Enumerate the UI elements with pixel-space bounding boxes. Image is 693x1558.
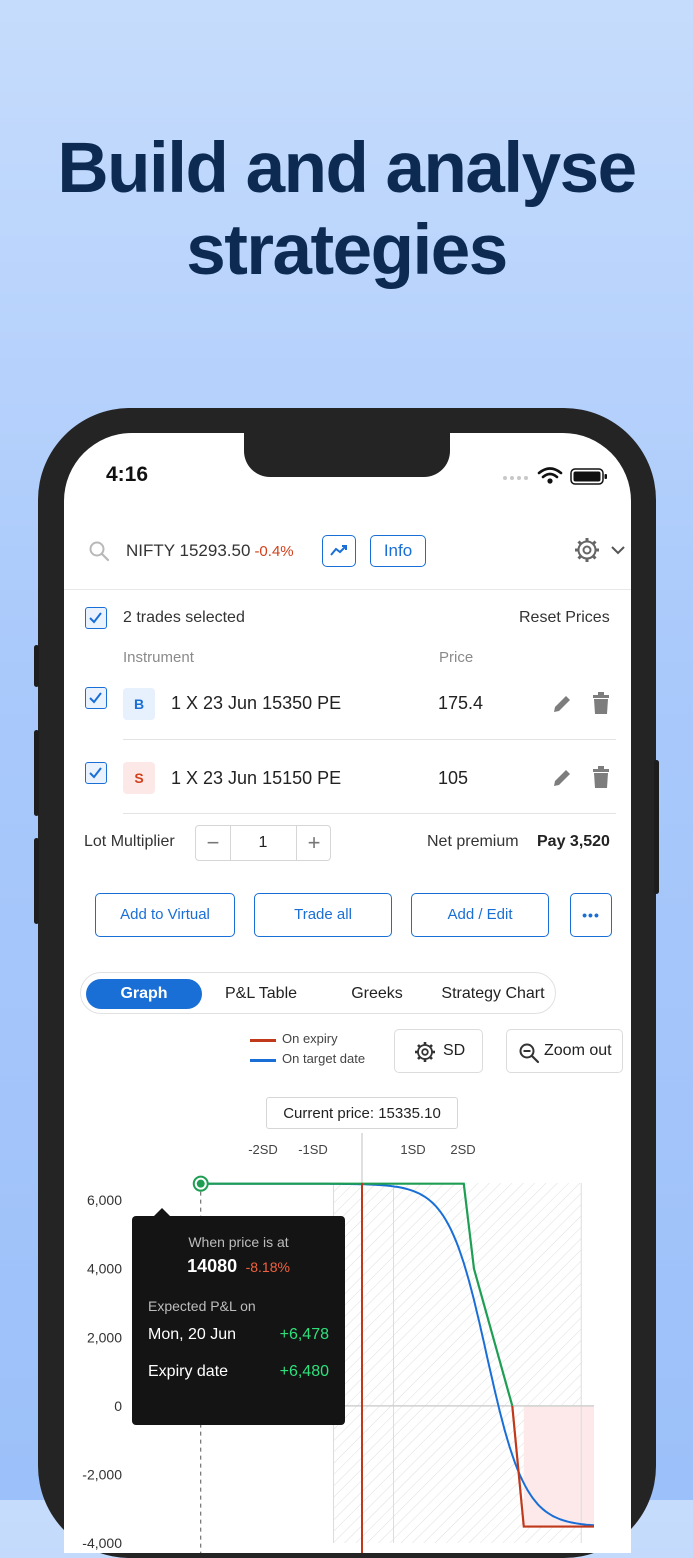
headline: Build and analyse strategies [0, 128, 693, 292]
current-price-label: Current price: 15335.10 [266, 1097, 458, 1129]
trade-all-button[interactable]: Trade all [254, 893, 392, 937]
trend-chart-button[interactable] [322, 535, 356, 567]
trade-row-checkbox[interactable] [85, 687, 107, 709]
target-legend-swatch [250, 1059, 276, 1062]
sd-mark-label: -2SD [248, 1142, 278, 1157]
add-to-virtual-button[interactable]: Add to Virtual [95, 893, 235, 937]
edit-icon[interactable] [550, 692, 574, 721]
pl-tooltip: When price is at 14080 -8.18% Expected P… [132, 1208, 345, 1425]
zoom-out-icon [519, 1043, 540, 1064]
y-tick-label: 4,000 [87, 1261, 122, 1277]
row-divider [123, 739, 616, 740]
y-tick-label: 2,000 [87, 1329, 122, 1345]
status-time: 4:16 [106, 463, 149, 486]
zoom-out-label: Zoom out [544, 1042, 612, 1059]
sell-badge: S [123, 762, 155, 794]
instrument-col-header: Instrument [123, 649, 194, 666]
symbol-price: NIFTY 15293.50 [126, 541, 251, 560]
sd-mark-label: 2SD [450, 1142, 475, 1157]
y-tick-label: -4,000 [82, 1535, 122, 1551]
symbol-quote: NIFTY 15293.50 -0.4% [126, 541, 294, 561]
chevron-down-icon [611, 546, 625, 555]
status-icons [501, 465, 613, 492]
delete-icon[interactable] [591, 766, 611, 795]
target-legend-label: On target date [282, 1051, 366, 1066]
tooltip-expected-label: Expected P&L on [148, 1298, 256, 1314]
trade-instrument: 1 X 23 Jun 15350 PE [171, 693, 342, 713]
lot-stepper: − 1 + [195, 825, 331, 861]
lot-value-input[interactable]: 1 [231, 826, 295, 860]
select-all-checkbox[interactable] [85, 607, 107, 629]
trade-price: 175.4 [438, 693, 484, 713]
trend-chart-icon [330, 545, 347, 556]
trades-selected-label: 2 trades selected [123, 609, 245, 626]
check-icon [89, 692, 102, 704]
volume-down-button [34, 838, 39, 924]
tooltip-pct: -8.18% [245, 1259, 290, 1275]
net-premium-value: Pay 3,520 [537, 833, 610, 850]
tooltip-date-label: Mon, 20 Jun [148, 1326, 237, 1343]
zoom-out-button[interactable]: Zoom out [506, 1029, 623, 1073]
power-button [654, 760, 659, 894]
gear-icon [415, 1042, 435, 1062]
signal-icon [503, 476, 528, 480]
tab-greeks[interactable]: Greeks [327, 979, 427, 1009]
row-divider [123, 813, 616, 814]
buy-badge: B [123, 688, 155, 720]
sd-button[interactable]: SD [394, 1029, 483, 1073]
tooltip-pointer [154, 1208, 170, 1216]
tooltip-price-line: 14080 -8.18% [132, 1256, 345, 1277]
trade-price: 105 [438, 768, 469, 788]
increment-button[interactable]: + [296, 826, 331, 860]
loss-area [523, 1405, 594, 1527]
expiry-legend-label: On expiry [282, 1031, 338, 1046]
sd-mark-label: -1SD [298, 1142, 328, 1157]
y-tick-label: -2,000 [82, 1466, 122, 1482]
tooltip-expiry-label: Expiry date [148, 1363, 229, 1380]
sd-mark-label: 1SD [400, 1142, 425, 1157]
gear-icon [575, 538, 599, 562]
volume-up-button [34, 730, 39, 816]
mute-switch [34, 645, 39, 687]
tooltip-expiry-value: +6,480 [279, 1363, 329, 1380]
trade-row-checkbox[interactable] [85, 762, 107, 784]
sd-label: SD [443, 1042, 466, 1059]
headline-line2: strategies [186, 211, 508, 290]
y-tick-label: 6,000 [87, 1192, 122, 1208]
wifi-icon [537, 467, 563, 479]
more-options-button[interactable]: ••• [570, 893, 612, 937]
net-premium-label: Net premium [427, 833, 519, 850]
decrement-button[interactable]: − [196, 826, 231, 860]
app-screen: 4:16 NIFTY 15293.50 -0.4% Info 2 trades … [64, 433, 631, 1553]
price-col-header: Price [439, 649, 474, 666]
notch [244, 433, 450, 477]
tab-graph[interactable]: Graph [86, 979, 202, 1009]
trade-instrument: 1 X 23 Jun 15150 PE [171, 768, 342, 788]
lot-multiplier-label: Lot Multiplier [84, 833, 175, 850]
expiry-legend-swatch [250, 1039, 276, 1042]
symbol-change: -0.4% [254, 543, 294, 560]
tooltip-title: When price is at [188, 1234, 289, 1250]
settings-button[interactable] [573, 536, 627, 569]
view-tabs: Graph P&L Table Greeks Strategy Chart [80, 972, 556, 1014]
check-icon [89, 767, 102, 779]
info-button[interactable]: Info [370, 535, 426, 567]
tab-pl-table[interactable]: P&L Table [209, 979, 313, 1009]
headline-line1: Build and analyse [57, 129, 637, 208]
add-edit-button[interactable]: Add / Edit [411, 893, 549, 937]
battery-icon [570, 468, 607, 485]
tooltip-price: 14080 [187, 1256, 238, 1276]
delete-icon[interactable] [591, 692, 611, 721]
edit-icon[interactable] [550, 766, 574, 795]
y-tick-label: 0 [114, 1398, 122, 1414]
tooltip-date-value: +6,478 [279, 1326, 329, 1343]
tab-strategy-chart[interactable]: Strategy Chart [433, 979, 553, 1009]
reset-prices-link[interactable]: Reset Prices [519, 609, 610, 627]
check-icon [89, 612, 102, 624]
cursor-point [196, 1179, 205, 1188]
search-icon[interactable] [88, 540, 110, 567]
